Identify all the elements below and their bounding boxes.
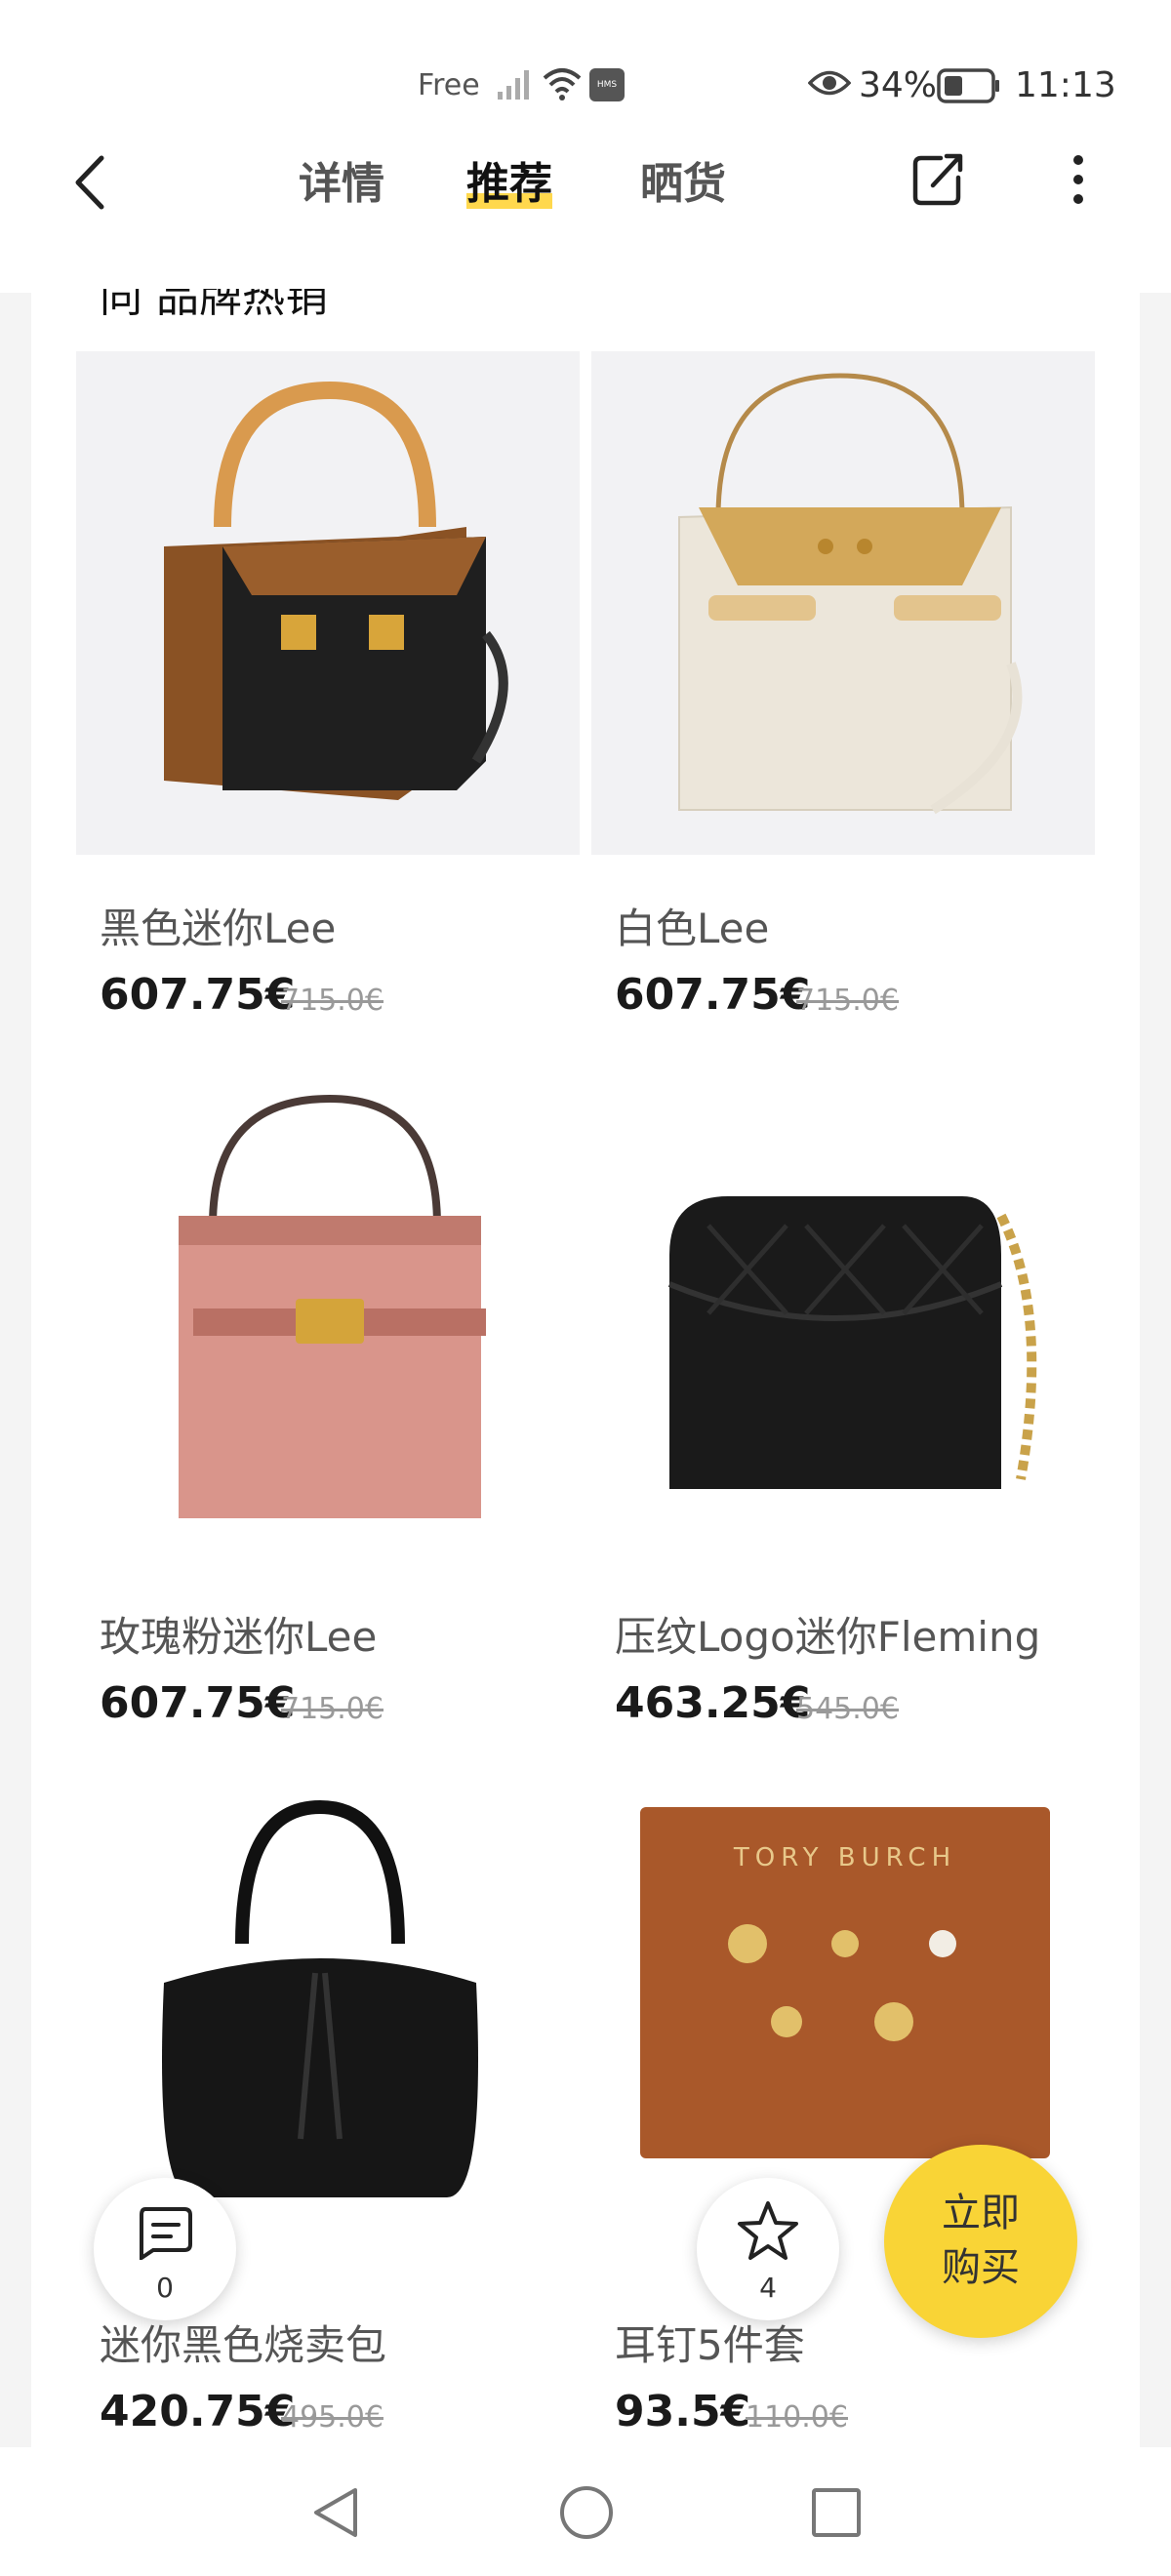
original-price: 715.0€ [281, 984, 384, 1018]
product-image[interactable] [76, 351, 580, 855]
product-card[interactable]: 压纹Logo迷你Fleming 463.25€ 545.0€ [591, 1060, 1095, 1762]
product-price: 93.5€ [615, 2387, 751, 2436]
product-image[interactable] [76, 1060, 580, 1563]
eye-icon [808, 70, 851, 96]
original-price: 495.0€ [281, 2400, 384, 2435]
comment-icon [140, 2207, 192, 2260]
product-price: 463.25€ [615, 1678, 811, 1728]
tab-details-label: 详情 [299, 159, 384, 209]
carrier-label: Free [418, 68, 480, 102]
product-price: 607.75€ [100, 970, 296, 1020]
status-bar: Free HMS 34% 11:13 [0, 0, 1171, 127]
product-card[interactable]: 玫瑰粉迷你Lee 607.75€ 715.0€ [76, 1060, 580, 1762]
tab-details[interactable]: 详情 [299, 148, 384, 211]
original-price: 545.0€ [796, 1692, 899, 1726]
product-image[interactable] [591, 1060, 1095, 1563]
screen: Free HMS 34% 11:13 详情 推荐 晒货 同 品牌热销 黑色迷你L… [0, 0, 1171, 2576]
product-card[interactable]: 迷你黑色烧卖包 420.75€ 495.0€ [76, 1768, 580, 2447]
buy-now-line1: 立即 [942, 2191, 1020, 2235]
product-name: 黑色迷你Lee [100, 905, 337, 952]
hms-icon: HMS [589, 68, 625, 101]
original-price: 715.0€ [281, 1692, 384, 1726]
nav-back-icon[interactable] [308, 2484, 363, 2541]
nav-home-icon[interactable] [558, 2484, 615, 2541]
product-price: 607.75€ [615, 970, 811, 1020]
tab-reviews-label: 晒货 [640, 159, 726, 209]
clock: 11:13 [1015, 65, 1116, 105]
product-image[interactable] [591, 351, 1095, 855]
product-price: 607.75€ [100, 1678, 296, 1728]
signal-icon [498, 70, 529, 100]
favorites-button[interactable]: 4 [697, 2178, 839, 2320]
black-handbag-image [164, 381, 508, 800]
product-card[interactable]: 黑色迷你Lee 607.75€ 715.0€ [76, 351, 580, 1054]
white-handbag-image [678, 373, 1023, 815]
buy-now-line2: 购买 [942, 2245, 1020, 2290]
back-arrow-icon[interactable] [62, 139, 121, 226]
pink-handbag-image [179, 1094, 486, 1518]
product-name: 压纹Logo迷你Fleming [615, 1613, 1041, 1661]
top-nav: 详情 推荐 晒货 [0, 127, 1171, 293]
star-icon [738, 2201, 798, 2260]
system-nav-bar [0, 2447, 1171, 2576]
share-icon[interactable] [908, 141, 966, 219]
earring-card-brand: TORY BURCH [733, 1843, 956, 1872]
more-icon[interactable] [1054, 141, 1103, 219]
product-card[interactable]: 白色Lee 607.75€ 715.0€ [591, 351, 1095, 1054]
tab-recommend[interactable]: 推荐 [466, 148, 552, 211]
original-price: 715.0€ [796, 984, 899, 1018]
section-heading: 同 品牌热销 [100, 289, 328, 322]
original-price: 110.0€ [746, 2400, 848, 2435]
nav-recent-icon[interactable] [810, 2486, 863, 2539]
comments-button[interactable]: 0 [94, 2178, 236, 2320]
comments-count: 0 [156, 2272, 174, 2304]
black-shoulder-bag-image [667, 1196, 1037, 1489]
product-card[interactable]: TORY BURCH 耳钉5件套 93.5€ 110.0€ [591, 1768, 1095, 2447]
product-name: 玫瑰粉迷你Lee [100, 1613, 378, 1661]
favorites-count: 4 [759, 2272, 777, 2304]
product-price: 420.75€ [100, 2387, 296, 2436]
buy-now-button[interactable]: 立即 购买 [884, 2145, 1077, 2338]
wifi-icon [543, 68, 582, 101]
product-list: 同 品牌热销 黑色迷你Lee 607.75€ 715.0€ 白色Lee 607.… [31, 289, 1140, 2447]
tab-reviews[interactable]: 晒货 [640, 148, 726, 211]
battery-percent: 34% [859, 65, 938, 105]
battery-icon [937, 68, 999, 103]
product-name: 迷你黑色烧卖包 [100, 2321, 387, 2369]
product-name: 白色Lee [615, 905, 770, 952]
product-name: 耳钉5件套 [615, 2321, 805, 2369]
tab-recommend-label: 推荐 [466, 159, 552, 209]
